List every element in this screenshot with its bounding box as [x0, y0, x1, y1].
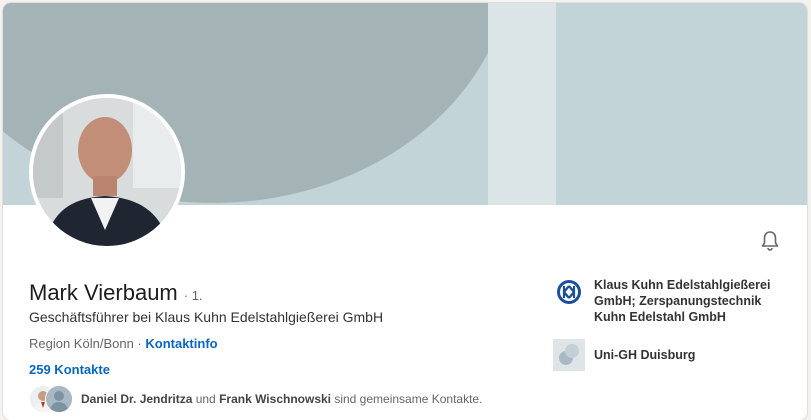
school-logo-icon	[553, 339, 585, 371]
company-logo-icon	[553, 276, 585, 308]
profile-name: Mark Vierbaum	[29, 280, 178, 305]
mutual-connections[interactable]: Daniel Dr. Jendritza und Frank Wischnows…	[29, 384, 482, 414]
location-text: Region Köln/Bonn	[29, 336, 134, 351]
current-company-link[interactable]: Klaus Kuhn Edelstahlgießerei GmbH; Zersp…	[553, 276, 784, 325]
mutual-joiner: und	[192, 392, 220, 406]
connections-link[interactable]: 259 Kontakte	[29, 362, 110, 377]
location-separator: ·	[133, 336, 146, 351]
mutual-person-2: Frank Wischnowski	[219, 392, 331, 406]
name-row: Mark Vierbaum · 1.	[29, 280, 203, 306]
profile-photo-image	[33, 98, 181, 246]
bell-icon[interactable]	[758, 229, 782, 253]
school-name: Uni-GH Duisburg	[594, 348, 696, 362]
experience-education-panel: Klaus Kuhn Edelstahlgießerei GmbH; Zersp…	[553, 276, 784, 385]
contact-info-link[interactable]: Kontaktinfo	[145, 336, 217, 351]
mutual-person-1: Daniel Dr. Jendritza	[81, 392, 193, 406]
profile-card: Mark Vierbaum · 1. Geschäftsführer bei K…	[3, 3, 807, 420]
location-row: Region Köln/Bonn · Kontaktinfo	[29, 336, 218, 351]
avatar	[45, 385, 73, 413]
mutual-suffix: sind gemeinsame Kontakte.	[331, 392, 483, 406]
mutual-avatars	[29, 384, 77, 414]
company-name: Klaus Kuhn Edelstahlgießerei GmbH; Zersp…	[594, 278, 771, 324]
profile-photo[interactable]	[29, 94, 185, 250]
connection-degree: · 1.	[183, 288, 203, 303]
profile-headline: Geschäftsführer bei Klaus Kuhn Edelstahl…	[29, 309, 384, 325]
education-link[interactable]: Uni-GH Duisburg	[553, 339, 784, 371]
banner-stripe-shape	[488, 3, 556, 205]
